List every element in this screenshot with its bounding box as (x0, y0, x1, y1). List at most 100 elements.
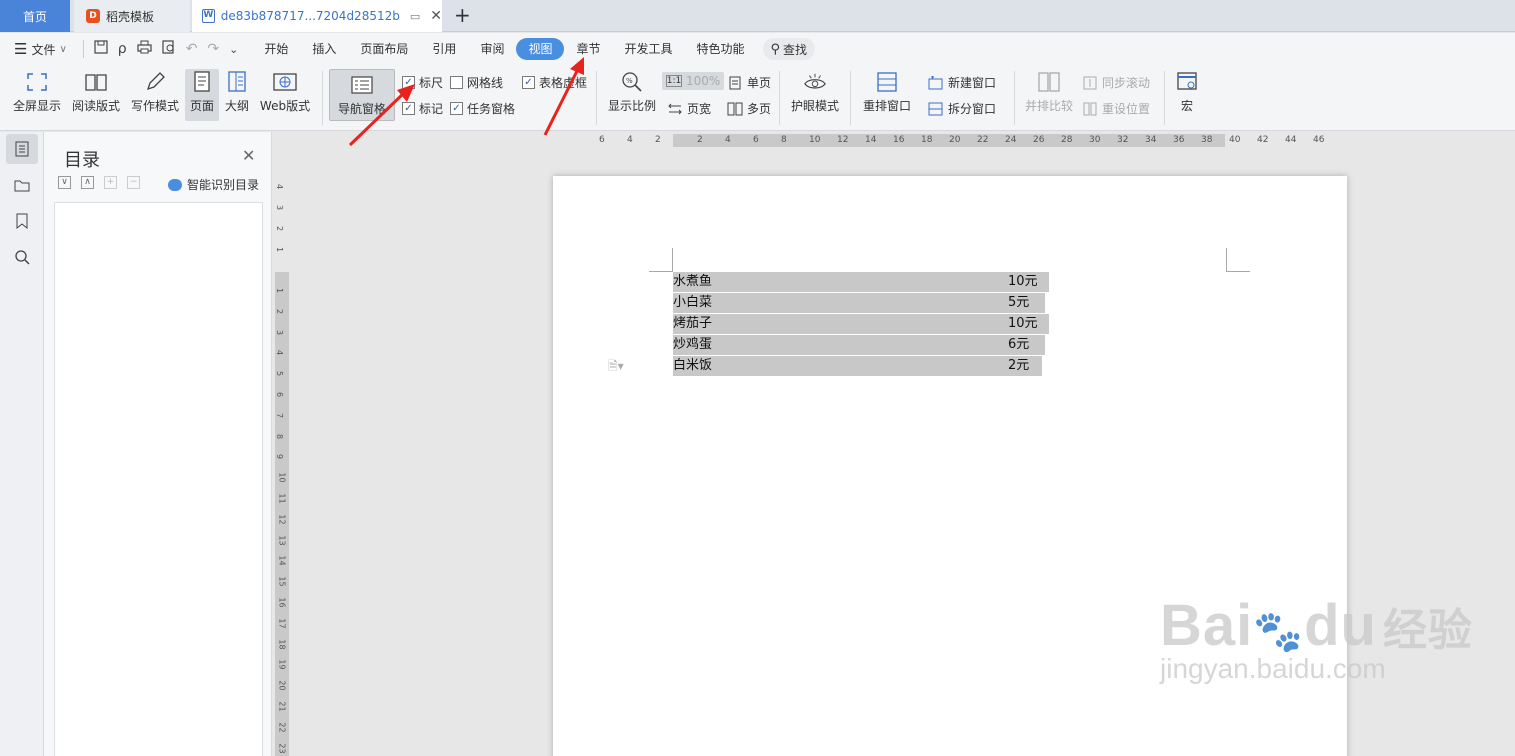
fullscreen-label: 全屏显示 (12, 99, 61, 113)
menu-home[interactable]: 开始 (252, 38, 300, 60)
ruler-tick-label: 14 (865, 135, 877, 145)
menu-references[interactable]: 引用 (420, 38, 468, 60)
watermark-cn: 经验 (1382, 606, 1473, 655)
collapse-icon[interactable]: ∧ (81, 176, 94, 189)
ruler-tick-label: 11 (277, 493, 287, 504)
writing-mode-button[interactable]: 写作模式 (128, 65, 182, 114)
menu-review[interactable]: 审阅 (468, 38, 516, 60)
arrange-window-icon (875, 71, 899, 93)
save-icon[interactable] (94, 40, 108, 58)
menu-special-features[interactable]: 特色功能 (685, 38, 757, 60)
reset-position-button[interactable]: 重设位置 (1082, 100, 1150, 117)
ruler-tick-label: 21 (277, 701, 287, 712)
split-window-button[interactable]: 拆分窗口 (928, 100, 996, 117)
table-row[interactable]: 烤茄子 10元 (673, 314, 1049, 334)
web-view-button[interactable]: Web版式 (256, 65, 314, 114)
zoom-magnifier-icon: % (620, 71, 644, 93)
ruler-tick-label: 8 (275, 433, 285, 439)
smart-toc-label: 智能识别目录 (187, 178, 260, 192)
menu-page-layout[interactable]: 页面布局 (348, 38, 420, 60)
new-window-button[interactable]: 新建窗口 (928, 74, 996, 91)
bookmark-icon[interactable] (6, 206, 38, 236)
web-view-label: Web版式 (259, 99, 311, 113)
ruler-tick-label: 8 (781, 135, 787, 145)
ruler-tick-label: 15 (277, 576, 287, 587)
ruler-tick-label: 22 (277, 722, 287, 733)
ruler-tick-label: 3 (275, 204, 285, 211)
table-row[interactable]: 水煮鱼 10元 (673, 272, 1049, 292)
task-pane-checkbox[interactable]: ✓ 任务窗格 (450, 100, 515, 117)
horizontal-ruler[interactable]: 6 4 2 2 4 6 8 10 12 14 16 18 20 22 24 26 28 30 32 34 36 38 40 4… (272, 132, 1515, 150)
table-row[interactable]: 白米饭 2元 (673, 356, 1042, 376)
close-tab-icon[interactable]: ✕ (430, 8, 442, 24)
left-icon-strip (0, 132, 44, 756)
smart-toc-button[interactable]: 智能识别目录 (168, 176, 259, 193)
toc-list[interactable] (54, 202, 263, 756)
ruler-tick-label: 6 (275, 391, 285, 398)
ruler-tick-label: 13 (277, 535, 287, 546)
print-icon[interactable] (137, 40, 152, 58)
new-tab-icon[interactable]: + (454, 3, 471, 27)
format-painter-icon[interactable]: ⍴ (118, 41, 127, 57)
page-width-button[interactable]: 页宽 (667, 100, 711, 117)
page-view-button[interactable]: 页面 (185, 69, 219, 121)
chapter-nav-icon[interactable] (6, 170, 38, 200)
ruler-tick-label: 24 (1005, 135, 1017, 145)
single-page-button[interactable]: 单页 (727, 74, 771, 91)
split-window-label: 拆分窗口 (948, 102, 997, 116)
macro-label: 宏 (1180, 99, 1193, 113)
zoom-label: 显示比例 (607, 99, 656, 113)
tab-document[interactable]: W de83b878717...7204d28512b ▭ ✕ (192, 0, 442, 32)
table-row[interactable]: 小白菜 5元 (673, 293, 1045, 313)
table-row[interactable]: 炒鸡蛋 6元 (673, 335, 1045, 355)
annotation-arrow (543, 57, 584, 136)
reset-position-label: 重设位置 (1102, 102, 1151, 116)
redo-icon[interactable]: ↷ (207, 41, 219, 57)
checkmark-icon: ✓ (450, 102, 463, 115)
expand-icon[interactable]: ∨ (58, 176, 71, 189)
customize-dropdown-icon[interactable]: ⌄ (229, 43, 238, 56)
undo-icon[interactable]: ↶ (186, 41, 198, 57)
gridlines-checkbox[interactable]: 网格线 (450, 74, 503, 91)
remove-level-icon[interactable]: − (127, 176, 140, 189)
print-preview-icon[interactable] (162, 40, 176, 58)
close-icon[interactable]: ✕ (242, 146, 255, 165)
ruler-tick-label: 26 (1033, 135, 1045, 145)
ruler-tick-label: 36 (1173, 135, 1185, 145)
tab-home[interactable]: 首页 (0, 0, 70, 32)
eye-mode-button[interactable]: 护眼模式 (786, 65, 844, 114)
reading-mode-button[interactable]: 阅读版式 (68, 65, 124, 114)
ruler-tick-label: 30 (1089, 135, 1101, 145)
page-view-label: 页面 (189, 99, 214, 113)
sync-scroll-label: 同步滚动 (1102, 76, 1151, 90)
menu-developer[interactable]: 开发工具 (612, 38, 684, 60)
side-by-side-icon (1037, 71, 1061, 93)
macro-button[interactable]: 宏 (1170, 65, 1204, 114)
chevron-down-icon: ∨ (59, 43, 67, 55)
float-window-icon[interactable]: ▭ (410, 10, 420, 23)
arrange-window-button[interactable]: 重排窗口 (856, 65, 918, 114)
zoom-value: 100% (686, 74, 721, 88)
zoom-100-button[interactable]: 1:1 100% (662, 72, 725, 90)
paragraph-options-icon[interactable]: 🗎▾ (608, 357, 624, 378)
sync-scroll-button[interactable]: 同步滚动 (1082, 74, 1150, 91)
search-icon[interactable] (6, 242, 38, 272)
zoom-button[interactable]: % 显示比例 (604, 65, 660, 114)
divider (779, 71, 780, 125)
ruler-tick-label: 1 (275, 246, 285, 253)
side-by-side-button[interactable]: 并排比较 (1020, 65, 1078, 114)
multi-page-button[interactable]: 多页 (727, 100, 771, 117)
vertical-ruler[interactable]: 4 3 2 1 1 2 3 4 5 6 7 8 9 10 11 12 13 14 15 16 17 18 19 20 21 22 2… (272, 150, 290, 756)
dish-price: 10元 (1008, 316, 1038, 331)
fullscreen-button[interactable]: 全屏显示 (8, 65, 66, 114)
search-button[interactable]: ⚲ 查找 (762, 38, 816, 60)
ruler-tick-label: 9 (275, 454, 285, 460)
menu-insert[interactable]: 插入 (300, 38, 348, 60)
outline-view-button[interactable]: 大纲 (222, 65, 252, 114)
toc-toolbar: ∨ ∧ + − (58, 176, 140, 189)
ruler-tick-label: 16 (893, 135, 905, 145)
toc-panel-icon[interactable] (6, 134, 38, 164)
add-level-icon[interactable]: + (104, 176, 117, 189)
tab-template[interactable]: D 稻壳模板 (74, 0, 190, 32)
file-menu[interactable]: ☰ 文件 ∨ (14, 40, 67, 58)
